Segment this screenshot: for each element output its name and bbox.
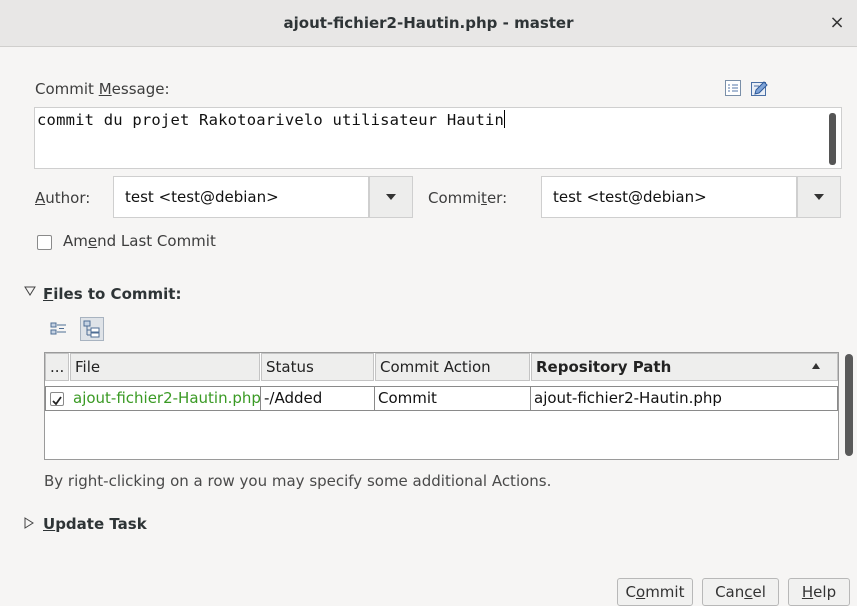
row-commit-action[interactable]: Commit	[375, 386, 531, 411]
row-repository-path: ajout-fichier2-Hautin.php	[534, 389, 722, 407]
recent-messages-icon[interactable]	[750, 78, 770, 98]
check-icon	[52, 396, 62, 406]
close-icon[interactable]: ×	[823, 0, 851, 46]
author-value: test <test@debian>	[125, 188, 279, 206]
files-to-commit-header[interactable]: Files to Commit:	[43, 285, 181, 303]
text-caret	[504, 110, 506, 128]
collapse-all-icon[interactable]	[50, 320, 68, 338]
column-header-file[interactable]: File	[70, 353, 260, 381]
update-task-header[interactable]: Update Task	[43, 515, 147, 533]
author-label: Author:	[35, 189, 91, 207]
expand-triangle-icon[interactable]	[24, 517, 34, 529]
column-header-status[interactable]: Status	[261, 353, 374, 381]
committer-combo[interactable]: test <test@debian>	[541, 176, 797, 218]
sort-ascending-icon	[812, 363, 820, 369]
cancel-button[interactable]: Cancel	[702, 578, 779, 606]
committer-label: Commiter:	[428, 189, 508, 207]
column-header-repository-path[interactable]: Repository Path	[531, 353, 838, 381]
expand-triangle-icon[interactable]	[24, 286, 36, 296]
commit-button[interactable]: Commit	[617, 578, 693, 606]
help-button[interactable]: Help	[788, 578, 850, 606]
chevron-down-icon	[814, 194, 824, 200]
column-header-commit-action[interactable]: Commit Action	[375, 353, 530, 381]
amend-checkbox[interactable]	[37, 235, 52, 250]
commit-message-label: Commit Message:	[35, 80, 170, 98]
author-dropdown-button[interactable]	[369, 176, 413, 218]
message-template-icon[interactable]	[724, 79, 742, 97]
amend-label: Amend Last Commit	[63, 232, 216, 250]
author-combo[interactable]: test <test@debian>	[113, 176, 369, 218]
tree-view-icon	[83, 320, 100, 338]
column-header-select[interactable]: ...	[45, 353, 69, 381]
window-title: ajout-fichier2-Hautin.php - master	[283, 14, 574, 32]
hint-text: By right-clicking on a row you may speci…	[44, 472, 552, 490]
row-status: -/Added	[261, 386, 375, 411]
tree-view-toggle[interactable]	[80, 317, 104, 341]
table-scrollbar[interactable]	[845, 354, 853, 456]
row-file-name: ajout-fichier2-Hautin.php	[70, 386, 261, 411]
repository-path-label: Repository Path	[536, 358, 672, 376]
commit-message-text: commit du projet Rakotoarivelo utilisate…	[37, 110, 506, 129]
row-checkbox[interactable]	[50, 392, 64, 406]
committer-dropdown-button[interactable]	[797, 176, 841, 218]
chevron-down-icon	[386, 194, 396, 200]
message-scrollbar[interactable]	[829, 113, 836, 165]
committer-value: test <test@debian>	[553, 188, 707, 206]
